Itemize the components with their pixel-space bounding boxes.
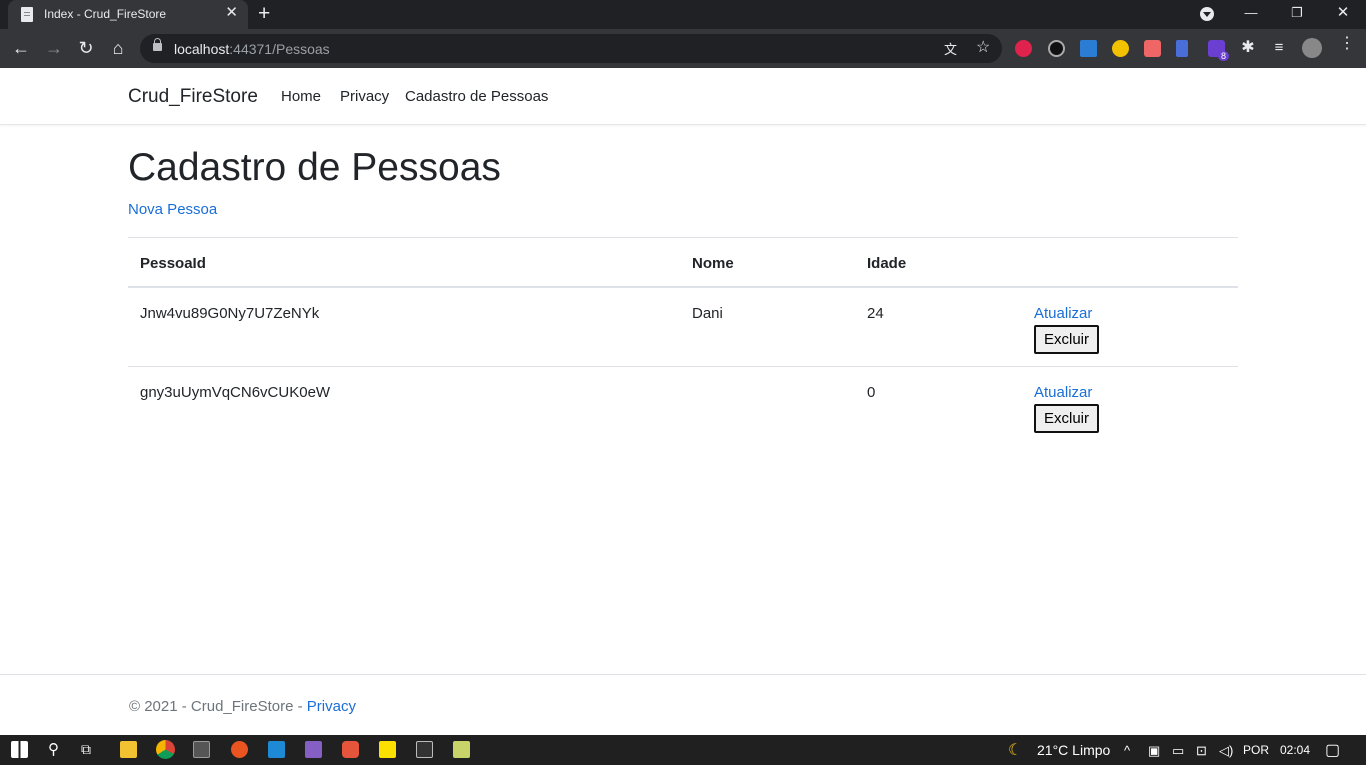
puzzle-extensions-icon[interactable]: ✱ (1236, 37, 1260, 61)
update-link[interactable]: Atualizar (1034, 305, 1092, 322)
vscode-icon[interactable] (268, 741, 285, 758)
forward-icon[interactable]: → (42, 37, 66, 61)
reading-list-icon[interactable]: ≡ (1267, 37, 1291, 61)
cmd-icon[interactable] (416, 741, 433, 758)
nav-privacy[interactable]: Privacy (340, 88, 389, 105)
lock-icon[interactable] (153, 38, 162, 51)
tab-search-icon[interactable] (1200, 7, 1214, 21)
address-bar[interactable]: localhost:44371/Pessoas 文 ☆ (140, 34, 1002, 63)
moon-weather-icon: ☾ (1008, 742, 1023, 759)
whatsapp-extension-icon[interactable] (1048, 40, 1065, 57)
file-explorer-icon[interactable] (120, 741, 137, 758)
cell-idade: 24 (867, 305, 884, 322)
chrome-icon[interactable] (156, 740, 175, 759)
page-title: Cadastro de Pessoas (128, 146, 501, 189)
close-tab-icon[interactable]: ✕ (225, 5, 238, 21)
minimize-icon[interactable]: — (1228, 0, 1274, 29)
site-brand[interactable]: Crud_FireStore (128, 86, 258, 108)
browser-toolbar: ← → ↻ ⌂ localhost:44371/Pessoas 文 ☆ 8 ✱ … (0, 29, 1366, 68)
extension-badge: 8 (1218, 51, 1230, 61)
column-header-nome: Nome (692, 255, 734, 272)
download-extension-icon[interactable] (1112, 40, 1129, 57)
notifications-icon[interactable]: ▢ (1325, 740, 1340, 760)
language-indicator[interactable]: POR (1243, 743, 1269, 757)
table-header: PessoaId Nome Idade (128, 238, 1238, 288)
table-row: gny3uUymVqCN6vCUK0eW 0 Atualizar Excluir (128, 367, 1238, 446)
bookmark-star-icon[interactable]: ☆ (976, 37, 990, 57)
visual-studio-icon[interactable] (305, 741, 322, 758)
table-row: Jnw4vu89G0Ny7U7ZeNYk Dani 24 Atualizar E… (128, 288, 1238, 367)
browser-tab[interactable]: Index - Crud_FireStore ✕ (8, 0, 248, 29)
sticky-notes-icon[interactable] (379, 741, 396, 758)
video-extension-icon[interactable] (1144, 40, 1161, 57)
search-icon[interactable]: ⚲ (48, 740, 59, 758)
new-person-link[interactable]: Nova Pessoa (128, 201, 217, 218)
cell-id: Jnw4vu89G0Ny7U7ZeNYk (140, 305, 320, 322)
url-text[interactable]: localhost:44371/Pessoas (174, 41, 330, 57)
volume-icon[interactable]: ◁) (1219, 743, 1233, 759)
nav-cadastro-pessoas[interactable]: Cadastro de Pessoas (405, 88, 548, 105)
home-icon[interactable]: ⌂ (106, 37, 130, 61)
pen-extension-icon[interactable] (1176, 40, 1188, 57)
tab-strip: Index - Crud_FireStore ✕ + — ❐ ✕ (0, 0, 1366, 29)
weather-text[interactable]: 21°C Limpo (1037, 742, 1110, 758)
restore-icon[interactable]: ❐ (1274, 0, 1320, 29)
translate-icon[interactable]: 文 (944, 39, 957, 58)
task-view-icon[interactable]: ⧉ (81, 741, 91, 758)
cell-nome: Dani (692, 305, 723, 322)
update-link[interactable]: Atualizar (1034, 384, 1092, 401)
windows-start-icon[interactable] (11, 741, 28, 758)
notepad-icon[interactable] (453, 741, 470, 758)
cell-idade: 0 (867, 384, 876, 401)
new-tab-icon[interactable]: + (258, 2, 270, 26)
back-icon[interactable]: ← (9, 37, 33, 61)
nav-home[interactable]: Home (281, 88, 321, 105)
close-window-icon[interactable]: ✕ (1320, 0, 1366, 29)
adblock-extension-icon[interactable] (1015, 40, 1032, 57)
browser-menu-icon[interactable]: ⋮ (1339, 36, 1355, 52)
reload-icon[interactable]: ↻ (74, 37, 98, 61)
cell-id: gny3uUymVqCN6vCUK0eW (140, 384, 331, 401)
chevron-up-icon[interactable]: ^ (1124, 743, 1130, 758)
battery-icon[interactable]: ▭ (1172, 743, 1184, 759)
site-navbar: Crud_FireStore Home Privacy Cadastro de … (0, 68, 1366, 125)
people-table: PessoaId Nome Idade Jnw4vu89G0Ny7U7ZeNYk… (128, 237, 1238, 446)
tab-title: Index - Crud_FireStore (44, 7, 167, 21)
terminal-icon[interactable] (193, 741, 210, 758)
clock[interactable]: 02:04 (1280, 743, 1310, 757)
footer-text: © 2021 - Crud_FireStore - Privacy (129, 698, 356, 715)
app-icon[interactable] (342, 741, 359, 758)
avatar[interactable] (1302, 38, 1322, 58)
delete-button[interactable]: Excluir (1034, 325, 1100, 354)
meet-icon[interactable]: ▣ (1148, 743, 1160, 759)
column-header-id: PessoaId (140, 255, 206, 272)
page-favicon-icon (21, 7, 33, 22)
ubuntu-icon[interactable] (231, 741, 248, 758)
windows-taskbar: ⚲ ⧉ ☾ 21°C Limpo ^ ▣ ▭ ⊡ ◁) POR 02:04 ▢ (0, 735, 1366, 765)
site-footer: © 2021 - Crud_FireStore - Privacy (0, 674, 1366, 735)
screenshot-extension-icon[interactable] (1080, 40, 1097, 57)
footer-privacy-link[interactable]: Privacy (307, 698, 356, 715)
network-icon[interactable]: ⊡ (1196, 743, 1207, 759)
delete-button[interactable]: Excluir (1034, 404, 1100, 433)
column-header-idade: Idade (867, 255, 907, 272)
